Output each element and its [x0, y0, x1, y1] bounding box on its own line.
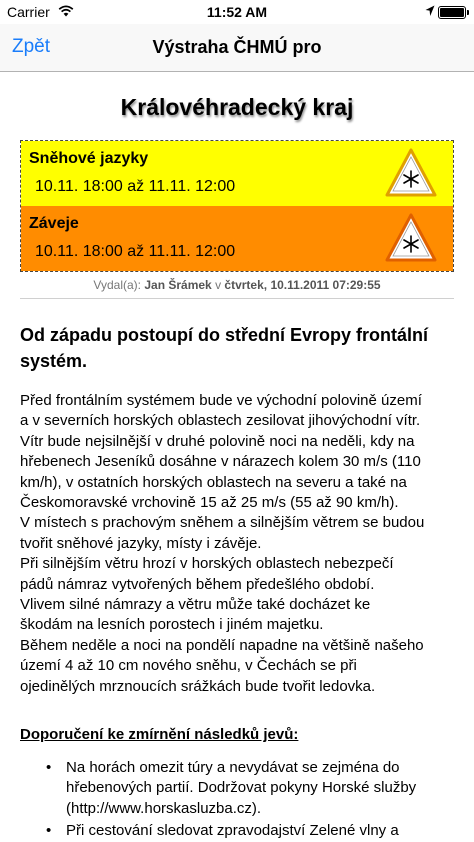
issuer-line: Vydal(a): Jan Šrámek v čtvrtek, 10.11.20… — [0, 278, 474, 292]
body-line: km/h), v ostatních horských oblastech na… — [20, 473, 407, 491]
body-line: hřebenech Jeseníků dosáhne v nárazech ko… — [20, 453, 421, 471]
body-line: Českomoravské vrchovině 15 až 25 m/s (55… — [20, 494, 399, 512]
warning-snowdrifts[interactable]: Záveje 10.11. 18:00 až 11.11. 12:00 — [21, 206, 453, 271]
battery-icon — [438, 6, 469, 19]
status-bar: Carrier 11:52 AM — [0, 0, 474, 24]
body-line: Vítr bude nejsilnější v druhé polovině n… — [20, 432, 415, 450]
issuer-name: Jan Šrámek — [144, 278, 212, 292]
body-line: pádů námraz vytvořených během předešlého… — [20, 575, 375, 593]
warning-body: Před frontálním systémem bude ve východn… — [20, 391, 460, 697]
warning-headline: Od západu postoupí do střední Evropy fro… — [20, 325, 429, 371]
list-item: Na horách omezit túry a nevydávat se zej… — [20, 758, 460, 819]
body-line: Vlivem silné námrazy a větru může také d… — [20, 596, 371, 614]
body-line: ojedinělých mrznoucích srážkách bude tvo… — [20, 677, 376, 695]
body-line: Při silnějším větru hrozí v horských obl… — [20, 555, 394, 573]
warning-range: 10.11. 18:00 až 11.11. 12:00 — [35, 243, 236, 260]
clock: 11:52 AM — [206, 4, 268, 20]
issuer-date: čtvrtek, 10.11.2011 07:29:55 — [224, 278, 381, 292]
location-arrow-icon — [425, 5, 435, 16]
list-item: Při cestování sledovat zpravodajství Zel… — [20, 821, 460, 842]
warning-snow-drifts[interactable]: Sněhové jazyky 10.11. 18:00 až 11.11. 12… — [21, 141, 453, 206]
warning-range: 10.11. 18:00 až 11.11. 12:00 — [35, 178, 236, 195]
region-title: Královéhradecký kraj — [120, 94, 354, 120]
snow-warning-icon — [385, 148, 437, 197]
body-line: území 4 až 10 cm nového sněhu, v Čechách… — [20, 657, 357, 675]
body-line: Před frontálním systémem bude ve východn… — [20, 392, 422, 409]
body-line: a v severních horských oblastech zesilov… — [20, 412, 421, 430]
recommendations-title: Doporučení ke zmírnění následků jevů: — [20, 726, 299, 743]
warning-name: Záveje — [29, 215, 79, 232]
issuer-prefix: Vydal(a): — [93, 278, 141, 292]
warning-name: Sněhové jazyky — [29, 150, 149, 167]
issuer-connector: v — [215, 278, 222, 292]
navigation-bar: Zpět Výstraha ČHMÚ pro — [0, 24, 474, 72]
divider — [20, 298, 454, 299]
nav-title: Výstraha ČHMÚ pro — [152, 37, 322, 57]
body-line: škodám na lesních porostech i jiném maje… — [20, 616, 324, 634]
body-line: Během neděle a noci na pondělí napadne n… — [20, 636, 424, 654]
snow-warning-icon — [385, 213, 437, 262]
body-line: tvořit sněhové jazyky, místy i závěje. — [20, 534, 262, 552]
recommendations-list: Na horách omezit túry a nevydávat se zej… — [20, 758, 460, 842]
body-line: V místech s prachovým sněhem a silnějším… — [20, 514, 425, 532]
warnings-box: Sněhové jazyky 10.11. 18:00 až 11.11. 12… — [20, 140, 454, 272]
